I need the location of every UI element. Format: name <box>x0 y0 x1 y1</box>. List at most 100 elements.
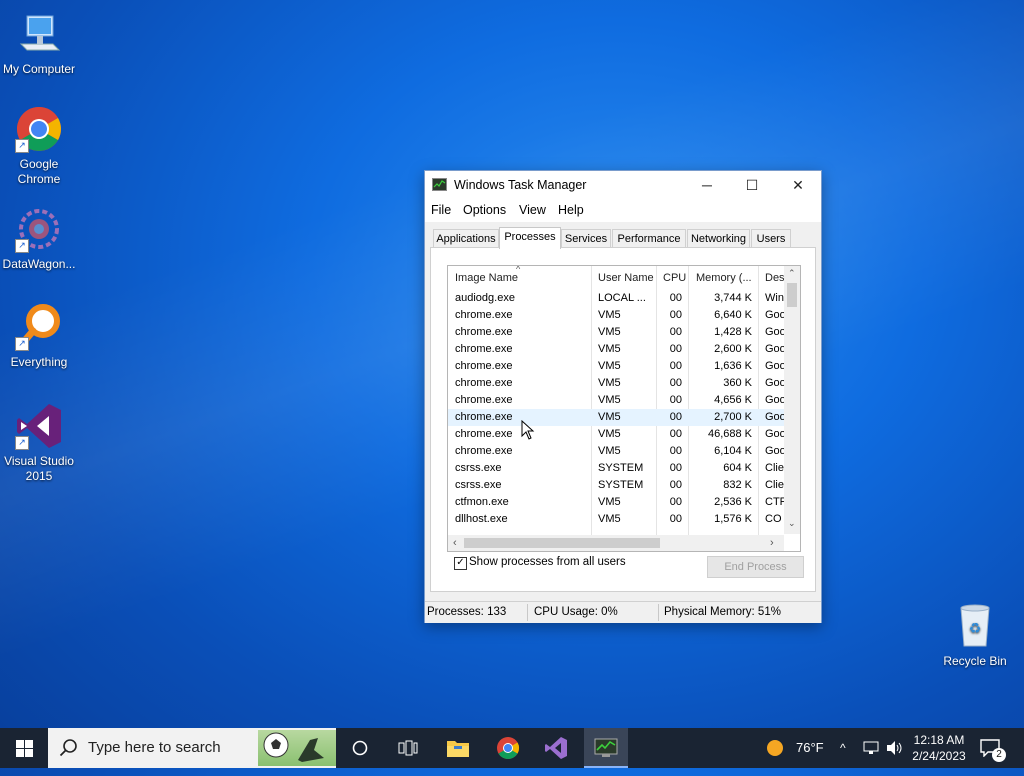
process-row[interactable]: chrome.exe VM5 00 2,700 K Goo <box>448 409 784 426</box>
visual-studio-icon: ↗ <box>15 402 63 450</box>
process-row[interactable]: csrss.exe SYSTEM 00 832 K Clie <box>448 477 784 494</box>
weather-temperature[interactable]: 76°F <box>796 728 824 768</box>
process-row[interactable]: chrome.exe VM5 00 360 K Goo <box>448 375 784 392</box>
menu-file[interactable]: File <box>431 203 451 217</box>
desktop-icon-datawagon[interactable]: ↗ DataWagon... <box>0 205 78 272</box>
title-bar[interactable]: Windows Task Manager ─ ☐ ✕ <box>425 171 821 200</box>
desktop-icon-my-computer[interactable]: My Computer <box>0 10 78 77</box>
process-cell-mem: 3,744 K <box>714 292 752 304</box>
taskbar-task-manager[interactable] <box>584 728 628 768</box>
process-row[interactable]: chrome.exe VM5 00 4,656 K Goo <box>448 392 784 409</box>
column-memory[interactable]: Memory (... <box>696 272 752 284</box>
tab-processes[interactable]: Processes <box>499 227 561 249</box>
notifications-button[interactable]: 2 <box>980 728 1012 768</box>
process-row[interactable]: chrome.exe VM5 00 1,636 K Goo <box>448 358 784 375</box>
computer-icon <box>15 10 63 58</box>
horizontal-scrollbar[interactable]: ‹ › <box>448 535 784 551</box>
status-cpu-usage: CPU Usage: 0% <box>534 606 618 618</box>
process-cell-cpu: 00 <box>669 377 682 389</box>
process-cell-name: chrome.exe <box>455 394 513 406</box>
process-cell-name: chrome.exe <box>455 445 513 457</box>
show-all-users-checkbox[interactable]: ✓ <box>454 557 467 570</box>
start-button[interactable] <box>0 728 48 768</box>
process-cell-mem: 6,640 K <box>714 309 752 321</box>
menu-options[interactable]: Options <box>463 203 506 217</box>
process-cell-user: VM5 <box>598 411 621 423</box>
windows-logo-icon <box>15 740 33 757</box>
process-cell-desc: Goo <box>765 394 784 406</box>
column-cpu[interactable]: CPU <box>663 272 686 284</box>
desktop-icon-label: DataWagon... <box>2 257 76 271</box>
status-physical-memory: Physical Memory: 51% <box>664 606 781 618</box>
process-cell-user: VM5 <box>598 360 621 372</box>
tab-applications[interactable]: Applications <box>433 229 499 248</box>
vertical-scrollbar[interactable]: ⌃ ⌄ <box>784 266 800 534</box>
folder-icon <box>447 741 469 757</box>
tab-strip: Applications Processes Services Performa… <box>425 227 821 249</box>
process-row[interactable]: chrome.exe VM5 00 6,104 K Goo <box>448 443 784 460</box>
close-button[interactable]: ✕ <box>775 171 821 200</box>
taskbar-visual-studio[interactable] <box>536 728 576 768</box>
window-title: Windows Task Manager <box>454 178 587 192</box>
process-cell-name: chrome.exe <box>455 377 513 389</box>
desktop-icon-recycle-bin[interactable]: ♻ Recycle Bin <box>936 602 1014 669</box>
desktop-icon-visual-studio[interactable]: ↗ Visual Studio 2015 <box>0 402 78 484</box>
network-icon[interactable] <box>863 728 881 768</box>
minimize-button[interactable]: ─ <box>684 171 730 200</box>
menu-help[interactable]: Help <box>558 203 584 217</box>
process-row[interactable]: csrss.exe SYSTEM 00 604 K Clie <box>448 460 784 477</box>
scroll-down-icon[interactable]: ⌄ <box>788 518 796 529</box>
weather-icon[interactable] <box>766 728 788 768</box>
tab-services[interactable]: Services <box>561 229 611 248</box>
column-image-name[interactable]: Image Name <box>455 272 518 284</box>
process-cell-mem: 360 K <box>723 377 752 389</box>
desktop-icon-everything[interactable]: ↗ Everything <box>0 303 78 370</box>
process-list[interactable]: ^ Image Name User Name CPU Memory (... D… <box>447 265 801 552</box>
process-cell-user: SYSTEM <box>598 462 644 474</box>
column-description[interactable]: Des <box>765 272 785 284</box>
status-processes: Processes: 133 <box>427 606 507 618</box>
process-cell-desc: Clie <box>765 462 784 474</box>
show-hidden-icons-chevron-icon[interactable]: ^ <box>840 728 854 768</box>
tab-performance[interactable]: Performance <box>612 229 686 248</box>
task-manager-window: Windows Task Manager ─ ☐ ✕ File Options … <box>424 170 822 623</box>
scroll-right-icon[interactable]: › <box>770 537 774 549</box>
process-cell-desc: Goo <box>765 428 784 440</box>
clock[interactable]: 12:18 AM 2/24/2023 <box>908 728 970 768</box>
process-cell-name: chrome.exe <box>455 309 513 321</box>
recycle-bin-icon: ♻ <box>951 602 999 650</box>
scroll-up-icon[interactable]: ⌃ <box>788 268 796 279</box>
end-process-button[interactable]: End Process <box>707 556 804 578</box>
process-cell-user: SYSTEM <box>598 479 644 491</box>
tab-networking[interactable]: Networking <box>687 229 750 248</box>
processes-panel: ^ Image Name User Name CPU Memory (... D… <box>430 247 816 592</box>
desktop-icon-google-chrome[interactable]: ↗ Google Chrome <box>0 105 78 187</box>
process-row[interactable]: chrome.exe VM5 00 46,688 K Goo <box>448 426 784 443</box>
menu-view[interactable]: View <box>519 203 546 217</box>
desktop-icon-label: Visual Studio 2015 <box>4 454 74 483</box>
volume-icon[interactable] <box>886 728 904 768</box>
process-row[interactable]: dllhost.exe VM5 00 1,576 K CO <box>448 511 784 528</box>
clock-date: 2/24/2023 <box>912 749 966 763</box>
cortana-button[interactable] <box>340 728 380 768</box>
svg-text:♻: ♻ <box>969 620 982 636</box>
process-row[interactable]: ctfmon.exe VM5 00 2,536 K CTF <box>448 494 784 511</box>
process-cell-cpu: 00 <box>669 343 682 355</box>
tab-users[interactable]: Users <box>751 229 791 248</box>
vertical-scroll-thumb[interactable] <box>787 283 797 307</box>
show-all-users-label[interactable]: Show processes from all users <box>469 556 626 568</box>
column-user-name[interactable]: User Name <box>598 272 654 284</box>
scroll-left-icon[interactable]: ‹ <box>453 537 457 549</box>
process-row[interactable]: chrome.exe VM5 00 6,640 K Goo <box>448 307 784 324</box>
process-cell-desc: Goo <box>765 377 784 389</box>
task-view-button[interactable] <box>388 728 428 768</box>
taskbar-file-explorer[interactable] <box>438 728 478 768</box>
horizontal-scroll-thumb[interactable] <box>464 538 660 548</box>
taskbar-search-box[interactable]: Type here to search <box>48 728 336 768</box>
desktop-icon-label: Everything <box>10 355 68 369</box>
maximize-button[interactable]: ☐ <box>729 171 775 200</box>
process-row[interactable]: audiodg.exe LOCAL ... 00 3,744 K Win <box>448 290 784 307</box>
taskbar-chrome[interactable] <box>488 728 528 768</box>
process-row[interactable]: chrome.exe VM5 00 1,428 K Goo <box>448 324 784 341</box>
process-row[interactable]: chrome.exe VM5 00 2,600 K Goo <box>448 341 784 358</box>
